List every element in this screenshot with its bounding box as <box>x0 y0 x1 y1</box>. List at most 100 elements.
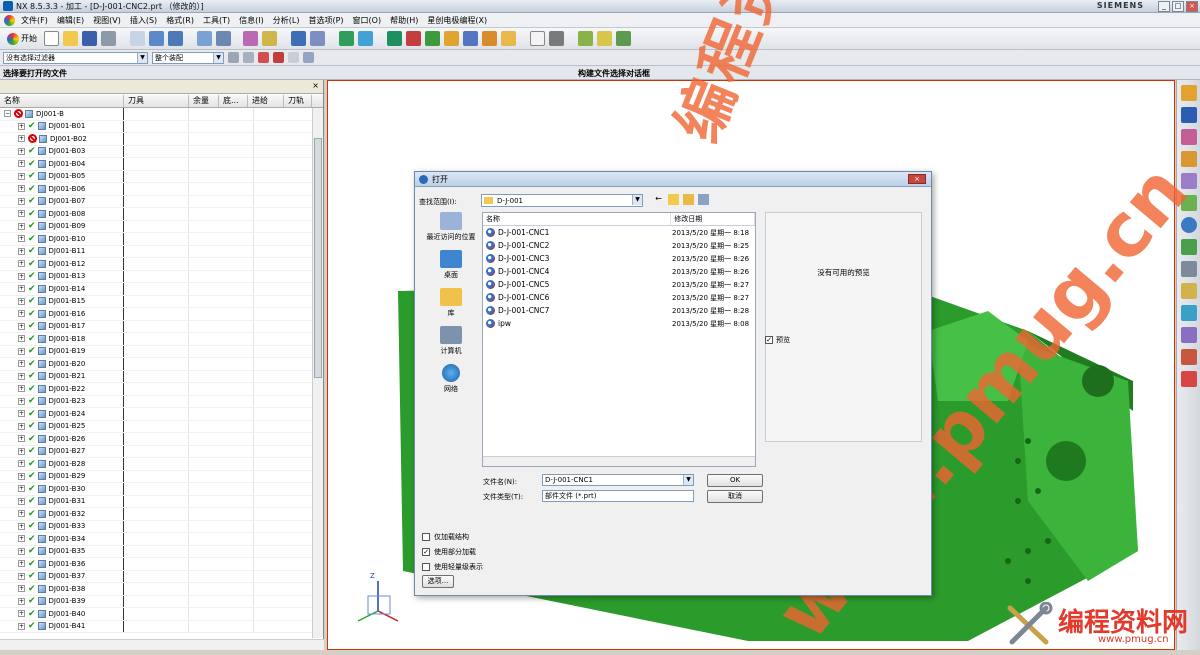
navigator-hscroll[interactable] <box>0 639 324 650</box>
postprocess-icon[interactable] <box>444 31 459 46</box>
column-stock[interactable]: 余量 <box>189 95 219 107</box>
expand-icon[interactable]: + <box>18 260 25 268</box>
expand-icon[interactable]: + <box>18 247 25 255</box>
tree-row[interactable]: + ✔ DJ001-B32 <box>0 508 312 521</box>
tree-row[interactable]: + ✔ DJ001-B05 <box>0 170 312 183</box>
navigator-vscroll[interactable] <box>312 108 323 638</box>
expand-icon[interactable]: + <box>18 222 25 230</box>
expand-icon[interactable]: + <box>18 610 25 618</box>
option-lightweight[interactable]: 使用轻量级表示 <box>422 562 483 572</box>
place-desktop[interactable]: 桌面 <box>421 250 481 280</box>
menu-analysis[interactable]: 分析(L) <box>273 15 300 26</box>
simulate-icon[interactable] <box>425 31 440 46</box>
fit-view-icon[interactable] <box>130 31 145 46</box>
expand-icon[interactable]: + <box>18 435 25 443</box>
new-file-icon[interactable] <box>44 31 59 46</box>
expand-icon[interactable]: + <box>18 510 25 518</box>
menu-format[interactable]: 格式(R) <box>166 15 194 26</box>
tree-row[interactable]: + DJ001-B02 <box>0 133 312 146</box>
column-tool[interactable]: 刀具 <box>124 95 189 107</box>
expand-icon[interactable]: + <box>18 272 25 280</box>
collapse-icon[interactable]: − <box>4 110 11 118</box>
expand-icon[interactable]: + <box>18 322 25 330</box>
tree-row[interactable]: + ✔ DJ001-B33 <box>0 520 312 533</box>
render-style-icon[interactable] <box>197 31 212 46</box>
tree-row[interactable]: + ✔ DJ001-B34 <box>0 533 312 546</box>
expand-icon[interactable]: + <box>18 472 25 480</box>
expand-icon[interactable]: + <box>18 135 25 143</box>
machine-nav-icon[interactable] <box>1181 349 1197 365</box>
expand-icon[interactable]: + <box>18 310 25 318</box>
shop-doc-icon[interactable] <box>463 31 478 46</box>
expand-icon[interactable]: + <box>18 210 25 218</box>
expand-icon[interactable]: + <box>18 422 25 430</box>
menu-window[interactable]: 窗口(O) <box>353 15 382 26</box>
tree-row[interactable]: + ✔ DJ001-B38 <box>0 583 312 596</box>
menu-help[interactable]: 帮助(H) <box>390 15 418 26</box>
expand-icon[interactable]: + <box>18 447 25 455</box>
cube-view-icon[interactable] <box>149 31 164 46</box>
tree-row[interactable]: + ✔ DJ001-B41 <box>0 620 312 633</box>
file-row[interactable]: D-J-001-CNC2 2013/5/20 星期一 8:25 <box>483 239 755 252</box>
tree-row[interactable]: + ✔ DJ001-B36 <box>0 558 312 571</box>
expand-icon[interactable]: + <box>18 522 25 530</box>
expand-icon[interactable]: + <box>18 560 25 568</box>
constraint-nav-icon[interactable] <box>1181 107 1197 123</box>
file-row[interactable]: D-J-001-CNC6 2013/5/20 星期一 8:27 <box>483 291 755 304</box>
tree-row[interactable]: + ✔ DJ001-B21 <box>0 370 312 383</box>
menu-preferences[interactable]: 首选项(P) <box>308 15 343 26</box>
expand-icon[interactable]: + <box>18 585 25 593</box>
hd3d-icon[interactable] <box>1181 173 1197 189</box>
part-nav-icon[interactable] <box>1181 129 1197 145</box>
tree-row[interactable]: + ✔ DJ001-B11 <box>0 245 312 258</box>
menu-file[interactable]: 文件(F) <box>21 15 48 26</box>
create-program-icon[interactable] <box>339 31 354 46</box>
tree-row[interactable]: + ✔ DJ001-B12 <box>0 258 312 271</box>
place-libraries[interactable]: 库 <box>421 288 481 318</box>
expand-icon[interactable]: + <box>18 485 25 493</box>
options-button[interactable]: 选项... <box>422 575 454 588</box>
column-feed[interactable]: 进给 <box>248 95 284 107</box>
tree-row[interactable]: + ✔ DJ001-B28 <box>0 458 312 471</box>
expand-icon[interactable]: + <box>18 185 25 193</box>
menu-tools[interactable]: 工具(T) <box>203 15 230 26</box>
tree-row[interactable]: + ✔ DJ001-B18 <box>0 333 312 346</box>
file-row[interactable]: D-J-001-CNC5 2013/5/20 星期一 8:27 <box>483 278 755 291</box>
tool-list-icon[interactable] <box>501 31 516 46</box>
column-name[interactable]: 名称 <box>0 95 124 107</box>
tree-row[interactable]: + ✔ DJ001-B27 <box>0 445 312 458</box>
expand-icon[interactable]: + <box>18 410 25 418</box>
system-scene-icon[interactable] <box>1181 327 1197 343</box>
create-tool-icon[interactable] <box>358 31 373 46</box>
expand-icon[interactable]: + <box>18 197 25 205</box>
tree-row[interactable]: + ✔ DJ001-B30 <box>0 483 312 496</box>
tree-row[interactable]: + ✔ DJ001-B07 <box>0 195 312 208</box>
place-computer[interactable]: 计算机 <box>421 326 481 356</box>
expand-icon[interactable]: + <box>18 547 25 555</box>
tree-row[interactable]: + ✔ DJ001-B17 <box>0 320 312 333</box>
expand-icon[interactable]: + <box>18 360 25 368</box>
expand-icon[interactable]: + <box>18 160 25 168</box>
menu-insert[interactable]: 插入(S) <box>130 15 157 26</box>
tree-row[interactable]: + ✔ DJ001-B37 <box>0 570 312 583</box>
ok-button[interactable]: OK <box>707 474 763 487</box>
menu-edit[interactable]: 编辑(E) <box>57 15 84 26</box>
expand-icon[interactable]: + <box>18 622 25 630</box>
expand-icon[interactable]: + <box>18 397 25 405</box>
tree-row[interactable]: + ✔ DJ001-B40 <box>0 608 312 621</box>
tree-row[interactable]: + ✔ DJ001-B14 <box>0 283 312 296</box>
edit-object-icon[interactable] <box>597 31 612 46</box>
assembly-nav-icon[interactable] <box>1181 85 1197 101</box>
measure-icon[interactable] <box>549 31 564 46</box>
expand-icon[interactable]: + <box>18 347 25 355</box>
save-icon[interactable] <box>82 31 97 46</box>
dialog-close-button[interactable]: × <box>908 174 926 184</box>
expand-icon[interactable]: + <box>18 385 25 393</box>
menu-electrode[interactable]: 星创电极编程(X) <box>427 15 487 26</box>
expand-icon[interactable]: + <box>18 497 25 505</box>
expand-icon[interactable]: + <box>18 460 25 468</box>
expand-icon[interactable]: + <box>18 535 25 543</box>
wcs-icon[interactable] <box>243 31 258 46</box>
file-row[interactable]: D-J-001-CNC4 2013/5/20 星期一 8:26 <box>483 265 755 278</box>
start-button[interactable]: 开始 <box>4 31 40 47</box>
